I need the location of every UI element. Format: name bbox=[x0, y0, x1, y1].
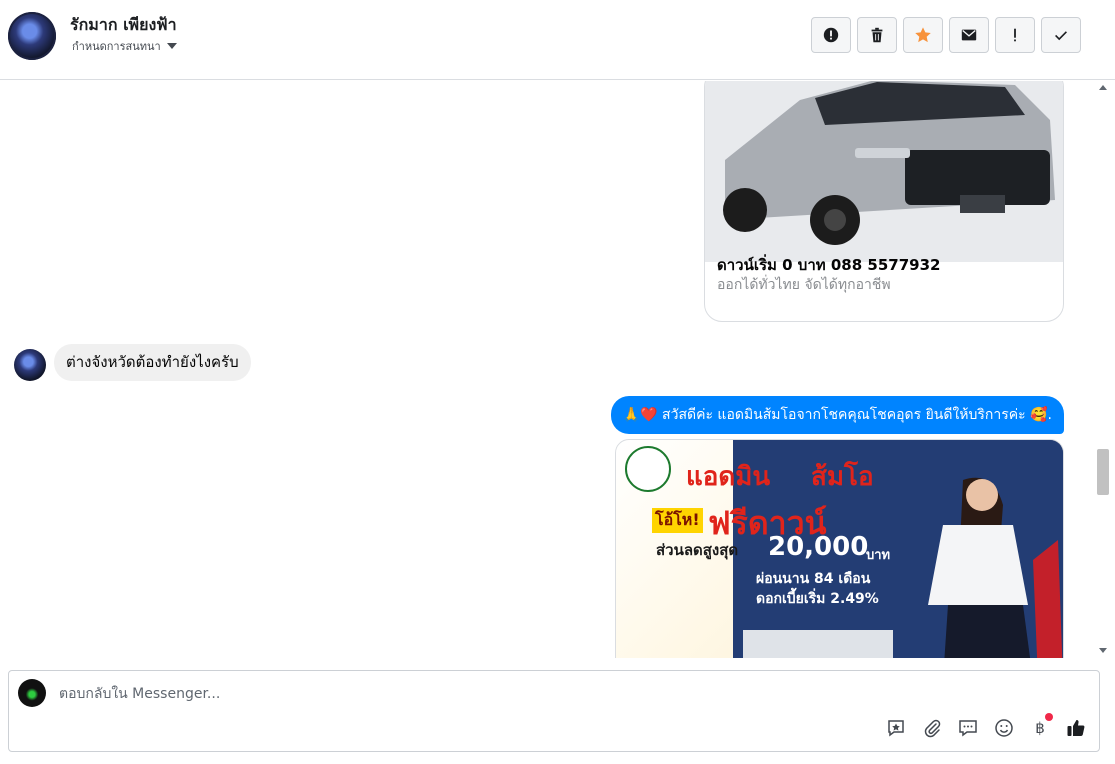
sender-avatar[interactable] bbox=[14, 349, 46, 381]
quick-replies-button[interactable] bbox=[957, 717, 979, 739]
incoming-message-bubble[interactable]: ต่างจังหวัดต้องทำยังไงครับ bbox=[54, 344, 251, 381]
promo-rate: ดอกเบี้ยเริ่ม 2.49% bbox=[756, 591, 879, 607]
brand-logo bbox=[625, 446, 671, 492]
saved-reply-icon bbox=[888, 720, 904, 737]
product-card[interactable]: ดาวน์เริ่ม 0 บาท 088 5577932 ออกได้ทั่วไ… bbox=[704, 81, 1064, 322]
promo-image-message[interactable]: แอดมิน ส้มโอ โอ้โห! ฟรีดาวน์ ส่วนลดสูงสุ… bbox=[615, 439, 1064, 658]
speech-bubble-icon bbox=[959, 720, 977, 737]
mark-unread-button[interactable] bbox=[949, 17, 989, 53]
alert-circle-icon bbox=[823, 27, 839, 43]
mark-done-button[interactable] bbox=[1041, 17, 1081, 53]
conversation-toolbar bbox=[811, 17, 1081, 53]
notification-dot bbox=[1045, 713, 1053, 721]
baht-icon: ฿ bbox=[1035, 719, 1045, 737]
pickup-truck-illustration bbox=[705, 81, 1063, 262]
conversation-header: รักมาก เพียงฟ้า กำหนดการสนทนา bbox=[0, 0, 1115, 80]
thread-scrollbar[interactable] bbox=[1094, 80, 1112, 658]
scroll-up-arrow-icon[interactable] bbox=[1099, 85, 1107, 90]
saved-reply-button[interactable] bbox=[885, 717, 907, 739]
contact-name[interactable]: รักมาก เพียงฟ้า bbox=[70, 13, 177, 38]
mark-spam-button[interactable] bbox=[811, 17, 851, 53]
promo-badge: โอ้โห! bbox=[652, 508, 703, 533]
paperclip-icon bbox=[924, 719, 941, 738]
check-icon bbox=[1055, 31, 1067, 41]
payment-button[interactable]: ฿ bbox=[1029, 713, 1053, 739]
assign-conversation-dropdown[interactable]: กำหนดการสนทนา bbox=[72, 37, 177, 55]
promo-discount-amount: 20,000 bbox=[768, 532, 869, 562]
trash-icon bbox=[871, 27, 883, 43]
follow-up-button[interactable] bbox=[995, 17, 1035, 53]
promo-months: ผ่อนนาน 84 เดือน bbox=[756, 571, 871, 587]
promo-admin-label: แอดมิน bbox=[686, 462, 771, 492]
outgoing-message-bubble[interactable]: 🙏❤️ สวัสดีค่ะ แอดมินส้มโอจากโชคคุณโชคอุด… bbox=[610, 396, 1064, 434]
composer-toolbar: ฿ bbox=[885, 713, 1087, 739]
envelope-icon bbox=[961, 29, 977, 41]
like-button[interactable] bbox=[1065, 717, 1087, 739]
promo-discount-label: ส่วนลดสูงสุด bbox=[656, 541, 739, 559]
caret-down-icon bbox=[166, 43, 177, 49]
reply-input[interactable] bbox=[57, 683, 861, 705]
promo-discount-unit: บาท bbox=[866, 548, 891, 563]
smiley-icon bbox=[995, 719, 1013, 737]
truck-image[interactable] bbox=[705, 81, 1063, 262]
exclamation-icon bbox=[1014, 28, 1016, 42]
assign-label: กำหนดการสนทนา bbox=[72, 40, 161, 53]
promo-admin-name: ส้มโอ bbox=[811, 462, 874, 492]
card-subtitle: ออกได้ทั่วไทย จัดได้ทุกอาชีพ bbox=[717, 277, 891, 293]
reply-composer: ฿ bbox=[8, 670, 1100, 752]
thumbs-up-icon bbox=[1067, 720, 1085, 736]
scroll-down-arrow-icon[interactable] bbox=[1099, 648, 1107, 653]
star-button[interactable] bbox=[903, 17, 943, 53]
delete-button[interactable] bbox=[857, 17, 897, 53]
scroll-thumb[interactable] bbox=[1097, 449, 1109, 495]
attach-button[interactable] bbox=[921, 717, 943, 739]
contact-avatar[interactable] bbox=[8, 12, 56, 60]
message-thread[interactable]: ดาวน์เริ่ม 0 บาท 088 5577932 ออกได้ทั่วไ… bbox=[0, 81, 1094, 658]
page-avatar bbox=[18, 679, 46, 707]
star-icon bbox=[915, 27, 931, 43]
emoji-button[interactable] bbox=[993, 717, 1015, 739]
